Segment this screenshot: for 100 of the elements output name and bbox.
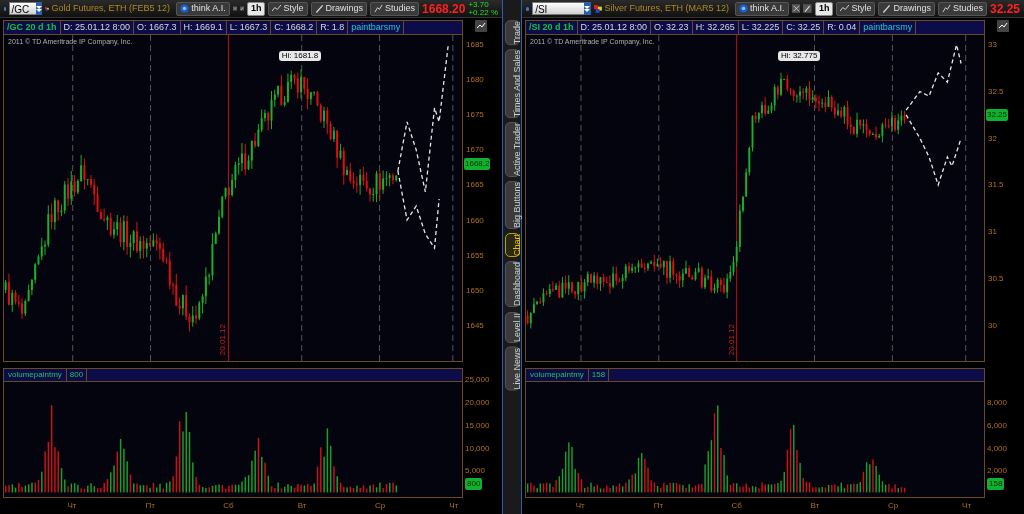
info-value: D: 25.01.12 8:00 [577, 21, 652, 34]
price-tick: 30 [988, 320, 997, 332]
day-label: Чт [449, 500, 459, 512]
price-tick: 1660 [466, 214, 484, 227]
volume-tick: 15,000 [465, 419, 490, 432]
info-value: L: 32.225 [738, 21, 784, 34]
instrument-description: Silver Futures, ETH (MAR5 12) [604, 1, 730, 15]
day-label: Ср [887, 500, 899, 512]
color-squares-icon [593, 3, 602, 14]
symbol-dropdown[interactable] [35, 2, 42, 15]
info-value: R: 0.04 [824, 21, 861, 34]
high-label: Hi: 32.775 [777, 51, 821, 62]
day-label: Чт [67, 500, 77, 512]
day-label: Вт [810, 500, 820, 512]
price-tick: 1650 [466, 284, 484, 297]
pencil-icon [314, 4, 324, 13]
volume-value: 158 [588, 369, 610, 381]
percent-change: +0.22 % [468, 8, 498, 17]
price-tick: 30.5 [988, 273, 1004, 286]
volume-tick: 20,000 [465, 397, 490, 410]
volume-study-label: volumepaintmy [526, 369, 589, 381]
info-value: /SI 20 d 1h [526, 21, 578, 34]
pencil-icon[interactable] [803, 3, 812, 14]
interval-button[interactable]: 1h [246, 1, 266, 16]
line-chart-icon [272, 4, 282, 13]
studies-button[interactable]: Studies [370, 1, 420, 16]
info-value: D: 25.01.12 8:00 [60, 21, 135, 34]
day-label: Сб [731, 500, 742, 512]
symbol-field[interactable]: /SI [532, 2, 585, 15]
chart-settings-icon[interactable] [997, 20, 1009, 32]
info-value: paintbarsmy [348, 21, 405, 34]
volume-tick: 8,000 [987, 397, 1008, 410]
think-button[interactable]: think A.I. [735, 1, 789, 16]
high-label: Hi: 1681.8 [278, 51, 322, 62]
info-value: C: 32.25 [783, 21, 825, 34]
sidebar-tab[interactable]: Dashboard [504, 261, 520, 308]
price-tick: 31 [988, 226, 997, 239]
day-label: Пт [145, 500, 155, 512]
symbol-field[interactable]: /GC [8, 2, 37, 15]
tools-icon[interactable] [791, 3, 801, 14]
info-value: /GC 20 d 1h [4, 21, 61, 34]
last-price: 1668.20 [422, 0, 466, 18]
day-label: Вт [297, 500, 307, 512]
day-label: Чт [962, 500, 972, 512]
info-value: H: 32.265 [692, 21, 739, 34]
globe-icon [180, 4, 190, 13]
pencil-icon[interactable] [239, 3, 244, 14]
day-label: Пт [653, 500, 664, 512]
chart-settings-icon[interactable] [475, 20, 487, 32]
symbol-dropdown[interactable] [583, 2, 591, 15]
date-marker: 20.01.12 [725, 323, 737, 355]
info-value: R: 1.8 [317, 21, 349, 34]
instrument-description: Gold Futures, ETH (FEB5 12) [51, 1, 171, 15]
info-value: H: 1669.1 [180, 21, 227, 34]
sidebar-tab[interactable]: Chart [504, 233, 520, 258]
tools-icon[interactable] [232, 3, 237, 14]
sidebar-tab[interactable]: Big Buttons [504, 181, 520, 230]
volume-tick: 4,000 [987, 442, 1008, 455]
style-button[interactable]: Style [268, 1, 308, 16]
price-tick: 1675 [466, 109, 484, 122]
drawings-button[interactable]: Drawings [310, 1, 367, 16]
price-tick: 1665 [466, 179, 484, 192]
current-price-badge: 32.25 [986, 109, 1009, 122]
volume-tick: 10,000 [465, 442, 490, 455]
sidebar-tab[interactable]: Active Trader [504, 122, 520, 178]
sidebar-tab[interactable]: Trade [504, 20, 520, 46]
info-value: L: 1667.3 [226, 21, 272, 34]
sidebar-tab[interactable]: Live News [504, 346, 520, 391]
price-tick: 32.5 [988, 85, 1004, 98]
info-value: C: 1668.2 [271, 21, 318, 34]
info-value: O: 1667.3 [134, 21, 181, 34]
price-tick: 31.5 [988, 179, 1004, 192]
price-change: +3.70 [468, 0, 490, 9]
think-button[interactable]: think A.I. [176, 1, 230, 16]
style-button[interactable]: Style [836, 1, 876, 16]
price-tick: 1655 [466, 249, 484, 262]
line-chart-icon [840, 4, 850, 13]
interval-button[interactable]: 1h [814, 1, 834, 16]
volume-value: 800 [66, 369, 88, 381]
globe-icon [739, 4, 749, 13]
price-tick: 1670 [466, 144, 484, 157]
price-tick: 1680 [466, 73, 484, 86]
price-tick: 1645 [466, 320, 484, 332]
date-marker: 20.01.12 [217, 323, 229, 355]
info-value: O: 32.23 [651, 21, 693, 34]
sidebar-tab[interactable]: Level II [504, 311, 520, 343]
chart-line-icon [941, 4, 951, 13]
price-tick: 33 [988, 38, 997, 51]
sidebar-tab[interactable]: Times And Sales [504, 49, 520, 119]
chart-line-icon [374, 4, 383, 13]
drawings-button[interactable]: Drawings [878, 1, 935, 16]
volume-tick: 2,000 [987, 465, 1008, 478]
current-volume-badge: 158 [987, 478, 1005, 490]
price-tick: 1685 [466, 38, 484, 51]
last-price: 32.25 [989, 0, 1020, 18]
studies-button[interactable]: Studies [937, 1, 987, 16]
volume-tick: 6,000 [987, 419, 1008, 432]
current-price-badge: 1668.2 [464, 158, 491, 171]
day-label: Чт [575, 500, 585, 512]
current-volume-badge: 800 [465, 478, 483, 490]
